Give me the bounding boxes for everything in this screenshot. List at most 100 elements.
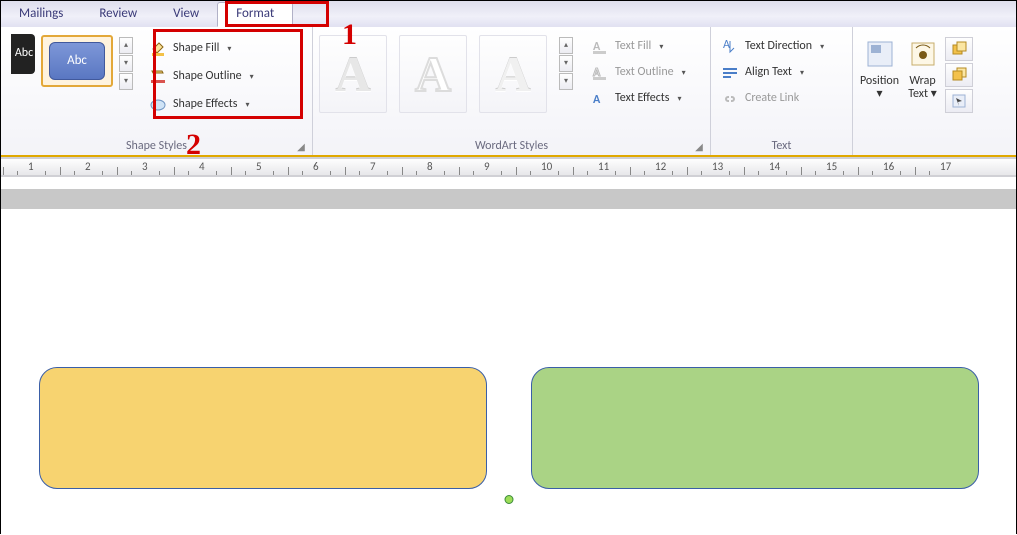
shape-outline-button[interactable]: Shape Outline ▾ <box>145 65 258 89</box>
ruler-number: 8 <box>427 161 433 173</box>
ruler-number: 2 <box>85 161 91 173</box>
wordart-gallery-scroll: ▴ ▾ ▾ <box>559 37 573 90</box>
shape-style-dark[interactable]: Abc <box>11 34 35 74</box>
selection-pane-button[interactable] <box>945 89 973 113</box>
svg-text:A: A <box>723 38 730 52</box>
ruler-number: 4 <box>199 161 205 173</box>
shape-style-gallery[interactable]: Abc Abc ▴ ▾ ▾ <box>7 31 133 90</box>
rounded-rectangle-green[interactable] <box>531 367 979 489</box>
group-wordart-styles: A A A ▴ ▾ ▾ A Text Fill ▾ A Text Outlin <box>313 27 711 155</box>
position-button[interactable]: Position▾ <box>859 31 900 101</box>
text-direction-button[interactable]: A Text Direction ▾ <box>717 35 828 59</box>
wrap-text-button[interactable]: Wrap Text ▾ <box>902 31 943 101</box>
dropdown-icon: ▾ <box>682 69 686 78</box>
group-arrange: Position▾ Wrap Text ▾ <box>853 27 979 155</box>
link-icon <box>721 90 739 108</box>
position-label: Position <box>860 74 899 88</box>
text-outline-label: Text Outline <box>615 66 674 79</box>
ribbon-tabstrip: Mailings Review View Format <box>1 1 1016 27</box>
group-shape-styles: Abc Abc ▴ ▾ ▾ Shape Fill ▾ <box>1 27 313 155</box>
align-text-button[interactable]: Align Text ▾ <box>717 61 828 85</box>
dropdown-icon: ▾ <box>800 69 804 78</box>
text-fill-icon: A <box>591 38 609 56</box>
bring-forward-button[interactable] <box>945 37 973 61</box>
create-link-button[interactable]: Create Link <box>717 87 828 111</box>
annotation-number-1: 1 <box>342 18 357 52</box>
align-text-label: Align Text <box>745 66 792 79</box>
wordart-sample: A <box>495 47 531 102</box>
ribbon: Abc Abc ▴ ▾ ▾ Shape Fill ▾ <box>1 27 1016 157</box>
svg-text:A: A <box>593 93 601 107</box>
horizontal-ruler[interactable]: 1234567891011121314151617 <box>1 157 1016 177</box>
shape-commands: Shape Fill ▾ Shape Outline ▾ Shape Effec… <box>135 33 264 121</box>
ruler-number: 3 <box>142 161 148 173</box>
text-effects-label: Text Effects <box>615 92 669 105</box>
rotate-handle-icon[interactable] <box>504 495 513 504</box>
gallery-scroll: ▴ ▾ ▾ <box>119 37 133 90</box>
ruler-number: 10 <box>541 161 552 173</box>
text-outline-button[interactable]: A Text Outline ▾ <box>587 61 690 85</box>
tab-view[interactable]: View <box>155 2 217 27</box>
ruler-number: 7 <box>370 161 376 173</box>
position-icon <box>863 37 897 71</box>
tab-review[interactable]: Review <box>81 2 155 27</box>
gallery-down-icon[interactable]: ▾ <box>119 55 133 72</box>
ruler-number: 14 <box>769 161 780 173</box>
ruler-number: 16 <box>883 161 894 173</box>
dropdown-icon: ▾ <box>677 95 681 104</box>
dropdown-icon: ▾ <box>820 43 824 52</box>
align-text-icon <box>721 64 739 82</box>
text-outline-icon: A <box>591 64 609 82</box>
group-label-wordart: WordArt Styles <box>313 140 710 153</box>
ruler-number: 13 <box>712 161 723 173</box>
wordart-sample: A <box>415 47 451 102</box>
gallery-more-icon[interactable]: ▾ <box>559 73 573 90</box>
gallery-more-icon[interactable]: ▾ <box>119 73 133 90</box>
dropdown-icon: ▾ <box>928 87 937 101</box>
wordart-style-3[interactable]: A <box>479 35 547 113</box>
ruler-number: 9 <box>484 161 490 173</box>
shape-outline-label: Shape Outline <box>173 70 242 83</box>
text-fill-button[interactable]: A Text Fill ▾ <box>587 35 690 59</box>
shape-fill-label: Shape Fill <box>173 42 219 55</box>
gallery-up-icon[interactable]: ▴ <box>119 37 133 54</box>
ruler-number: 6 <box>313 161 319 173</box>
ruler-number: 1 <box>28 161 34 173</box>
wordart-sample: A <box>335 47 371 102</box>
shape-style-item-selected[interactable]: Abc <box>41 35 113 87</box>
shape-effects-icon <box>149 96 167 114</box>
shape-effects-button[interactable]: Shape Effects ▾ <box>145 93 258 117</box>
send-backward-button[interactable] <box>945 63 973 87</box>
text-group-commands: A Text Direction ▾ Align Text ▾ Create L… <box>717 31 828 111</box>
tab-mailings[interactable]: Mailings <box>1 2 81 27</box>
group-label-shape-styles: Shape Styles <box>1 140 312 153</box>
rounded-rectangle-yellow[interactable] <box>39 367 487 489</box>
gallery-down-icon[interactable]: ▾ <box>559 55 573 72</box>
group-launcher-icon[interactable]: ◢ <box>294 139 308 153</box>
text-direction-icon: A <box>721 38 739 56</box>
paint-bucket-icon <box>149 40 167 58</box>
document-canvas[interactable] <box>1 209 1016 535</box>
arrange-stack <box>945 31 973 113</box>
group-launcher-icon[interactable]: ◢ <box>692 139 706 153</box>
tab-format[interactable]: Format <box>217 2 293 27</box>
text-effects-icon: A <box>591 90 609 108</box>
wordart-gallery[interactable]: A A A ▴ ▾ ▾ <box>319 31 573 113</box>
text-effects-button[interactable]: A Text Effects ▾ <box>587 87 690 111</box>
ruler-number: 17 <box>940 161 951 173</box>
doc-margin-area <box>1 189 1016 209</box>
ruler-number: 12 <box>655 161 666 173</box>
group-label-text: Text <box>711 140 852 153</box>
dropdown-icon: ▾ <box>250 73 254 82</box>
dropdown-icon: ▾ <box>246 101 250 110</box>
pencil-outline-icon <box>149 68 167 86</box>
text-direction-label: Text Direction <box>745 40 812 53</box>
gallery-up-icon[interactable]: ▴ <box>559 37 573 54</box>
dropdown-icon: ▾ <box>227 45 231 54</box>
create-link-label: Create Link <box>745 92 799 105</box>
shape-style-blue-preview: Abc <box>49 42 105 80</box>
dropdown-icon: ▾ <box>659 43 663 52</box>
shape-fill-button[interactable]: Shape Fill ▾ <box>145 37 258 61</box>
wordart-style-2[interactable]: A <box>399 35 467 113</box>
shape-effects-label: Shape Effects <box>173 98 238 111</box>
